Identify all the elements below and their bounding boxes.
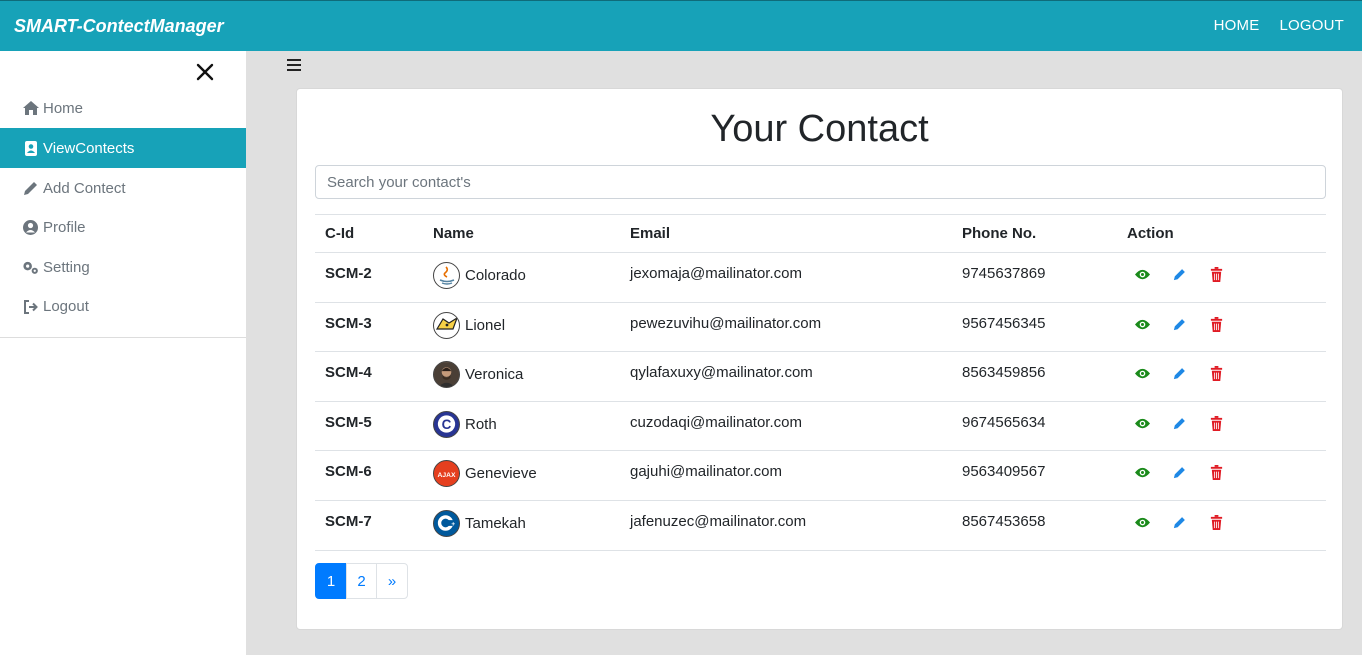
delete-trash-icon[interactable] xyxy=(1209,465,1224,481)
table-row: SCM-5 C Roth cuzodaqi@mailinator.com 967… xyxy=(315,401,1326,452)
column-header-name: Name xyxy=(423,214,620,253)
table-header-row: C-Id Name Email Phone No. Action xyxy=(315,214,1326,253)
contact-phone: 9567456345 xyxy=(952,302,1117,353)
edit-pen-icon[interactable] xyxy=(1172,317,1187,332)
table-row: SCM-2 Colorado jexomaja@mailinator.com 9… xyxy=(315,252,1326,303)
sidebar-item-label: Add Contect xyxy=(43,179,126,197)
top-navbar: SMART-ContectManager HOME LOGOUT xyxy=(0,0,1362,51)
edit-pen-icon[interactable] xyxy=(1172,465,1187,480)
delete-trash-icon[interactable] xyxy=(1209,267,1224,282)
contact-id: SCM-4 xyxy=(315,351,423,402)
table-row: SCM-6 AJAX Genevieve gajuhi@mailinator.c… xyxy=(315,450,1326,501)
contact-id: SCM-6 xyxy=(315,450,423,501)
contact-name: Lionel xyxy=(465,316,506,334)
contact-name: Roth xyxy=(465,415,497,433)
column-header-action: Action xyxy=(1117,214,1326,253)
user-circle-icon xyxy=(22,220,39,236)
search-input[interactable] xyxy=(315,165,1326,199)
ajax-logo-avatar: AJAX xyxy=(433,460,460,488)
nav-home-link[interactable]: HOME xyxy=(1214,17,1260,34)
sidebar-item-add-contect[interactable]: Add Contect xyxy=(0,168,246,208)
column-header-phone: Phone No. xyxy=(952,214,1117,253)
contact-phone: 9674565634 xyxy=(952,401,1117,452)
view-eye-icon[interactable] xyxy=(1135,317,1150,332)
tomcat-logo-avatar xyxy=(433,311,460,339)
home-icon xyxy=(22,100,39,116)
edit-pen-icon[interactable] xyxy=(1172,366,1187,381)
contact-email: qylafaxuxy@mailinator.com xyxy=(620,351,952,402)
contact-id: SCM-3 xyxy=(315,302,423,353)
contact-email: pewezuvihu@mailinator.com xyxy=(620,302,952,353)
svg-text:AJAX: AJAX xyxy=(438,472,456,479)
contact-id: SCM-7 xyxy=(315,500,423,551)
delete-trash-icon[interactable] xyxy=(1209,366,1224,382)
contact-name: Colorado xyxy=(465,267,526,284)
contacts-card: Your Contact C-Id Name Email Phone No. A… xyxy=(296,88,1343,630)
sidebar: Home ViewContects Add Contect Profile Se… xyxy=(0,51,246,655)
contact-email: cuzodaqi@mailinator.com xyxy=(620,401,952,452)
brand-title[interactable]: SMART-ContectManager xyxy=(14,16,224,37)
page-2-button[interactable]: 2 xyxy=(346,563,377,599)
page-1-button[interactable]: 1 xyxy=(315,563,347,599)
view-eye-icon[interactable] xyxy=(1135,366,1150,381)
view-eye-icon[interactable] xyxy=(1135,465,1150,480)
contact-phone: 8563459856 xyxy=(952,351,1117,402)
sidebar-item-label: Profile xyxy=(43,219,86,236)
menu-toggle-icon[interactable] xyxy=(287,59,301,72)
contact-name: Tamekah xyxy=(465,514,526,532)
next-page-button[interactable]: » xyxy=(376,563,408,599)
pagination: 1 2 » xyxy=(315,563,408,599)
sidebar-item-profile[interactable]: Profile xyxy=(0,208,246,247)
nav-logout-link[interactable]: LOGOUT xyxy=(1279,17,1344,34)
sidebar-item-label: Setting xyxy=(43,258,90,276)
sidebar-item-logout[interactable]: Logout xyxy=(0,287,246,326)
sidebar-item-label: Home xyxy=(43,99,84,117)
contact-email: jexomaja@mailinator.com xyxy=(620,252,952,303)
java-logo-avatar xyxy=(433,262,460,289)
delete-trash-icon[interactable] xyxy=(1209,415,1224,431)
sidebar-item-home[interactable]: Home xyxy=(0,88,246,128)
view-eye-icon[interactable] xyxy=(1135,267,1150,282)
sidebar-item-label: ViewContects xyxy=(43,139,135,157)
contact-phone: 9745637869 xyxy=(952,252,1117,303)
nav-links: HOME LOGOUT xyxy=(1214,17,1344,34)
column-header-cid: C-Id xyxy=(315,214,423,253)
contact-phone: 9563409567 xyxy=(952,450,1117,501)
table-row: SCM-4 Veronica qylafaxuxy@mailinator.com… xyxy=(315,351,1326,402)
view-eye-icon[interactable] xyxy=(1135,515,1150,530)
sidebar-item-label: Logout xyxy=(43,298,89,315)
contacts-table: C-Id Name Email Phone No. Action SCM-2 C… xyxy=(315,214,1326,551)
table-row: SCM-3 Lionel pewezuvihu@mailinator.com 9… xyxy=(315,302,1326,353)
svg-text:C: C xyxy=(442,417,452,432)
page-title: Your Contact xyxy=(710,108,929,150)
contact-name: Veronica xyxy=(465,366,524,384)
pencil-icon xyxy=(22,180,39,196)
address-book-icon xyxy=(22,140,39,156)
delete-trash-icon[interactable] xyxy=(1209,514,1224,530)
gears-icon xyxy=(22,259,39,275)
sidebar-item-viewcontects[interactable]: ViewContects xyxy=(0,128,246,168)
sidebar-item-setting[interactable]: Setting xyxy=(0,247,246,287)
contact-email: jafenuzec@mailinator.com xyxy=(620,500,952,551)
edit-pen-icon[interactable] xyxy=(1172,416,1187,431)
c-language-logo-avatar: C xyxy=(433,410,460,438)
sidebar-menu: Home ViewContects Add Contect Profile Se… xyxy=(0,88,246,338)
person-photo-avatar xyxy=(433,361,460,389)
close-icon[interactable] xyxy=(195,62,215,82)
sign-out-icon xyxy=(22,299,39,315)
contact-name: Genevieve xyxy=(465,465,537,483)
view-eye-icon[interactable] xyxy=(1135,416,1150,431)
table-row: SCM-7 + Tamekah jafenuzec@mailinator.com… xyxy=(315,500,1326,551)
delete-trash-icon[interactable] xyxy=(1209,316,1224,332)
contact-email: gajuhi@mailinator.com xyxy=(620,450,952,501)
column-header-email: Email xyxy=(620,214,952,253)
contact-id: SCM-5 xyxy=(315,401,423,452)
contact-id: SCM-2 xyxy=(315,252,423,303)
contact-phone: 8567453658 xyxy=(952,500,1117,551)
cpp-logo-avatar: + xyxy=(433,509,460,537)
svg-text:+: + xyxy=(451,521,455,528)
edit-pen-icon[interactable] xyxy=(1172,515,1187,530)
edit-pen-icon[interactable] xyxy=(1172,267,1187,282)
